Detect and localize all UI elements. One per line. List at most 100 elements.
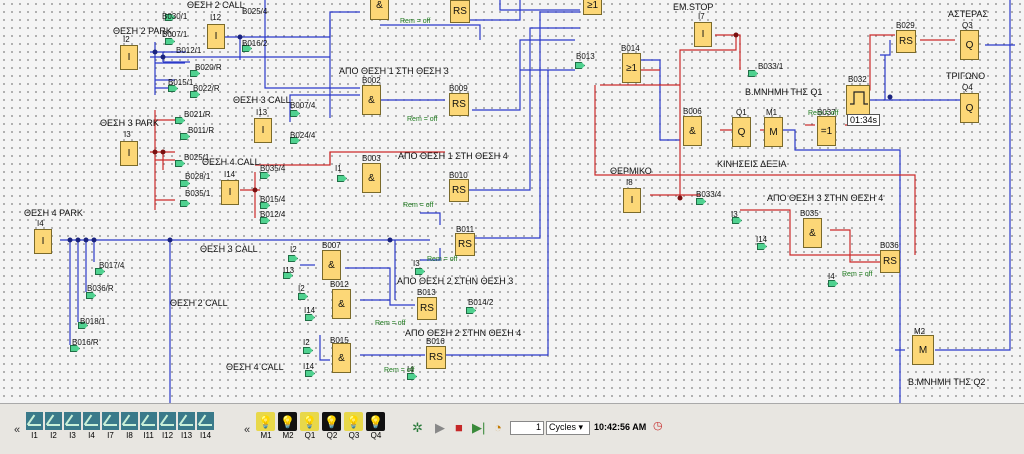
pin-label: B011/R: [188, 126, 215, 135]
and-gate-b006[interactable]: &: [683, 116, 702, 146]
pin-label: B030/1: [162, 12, 188, 21]
timer-block-b032[interactable]: [846, 85, 870, 115]
input-switch-i12[interactable]: I12: [159, 412, 176, 442]
pin-label: B016/R: [72, 338, 99, 347]
rs-block-b016[interactable]: RS: [426, 346, 446, 369]
block-label: I3: [124, 130, 131, 139]
flag-block-m1[interactable]: M: [764, 117, 783, 147]
input-switch-i13[interactable]: I13: [178, 412, 195, 442]
rem-label: Rem = off: [842, 271, 873, 278]
label-thesi3park: ΘΕΣΗ 3 PARK: [100, 118, 159, 128]
input-block-i12[interactable]: I: [207, 24, 225, 49]
block-label: I13: [256, 108, 268, 117]
pin-label: B016/2: [242, 39, 268, 48]
rs-block-b036[interactable]: RS: [880, 250, 900, 273]
pin-label: B007/1: [162, 30, 188, 39]
output-lamp-label: Q3: [348, 431, 360, 440]
pin-label: I2: [290, 245, 297, 254]
switch-icon: [178, 412, 195, 430]
block-label: Q1: [736, 108, 747, 117]
label-thesi4call-b: ΘΕΣΗ 4 CALL: [226, 362, 284, 372]
input-switch-label: I8: [126, 431, 133, 440]
switch-icon: [45, 412, 62, 430]
input-block-i14[interactable]: I: [221, 180, 239, 205]
input-switch-i3[interactable]: I3: [64, 412, 81, 442]
output-lamp-label: Q4: [370, 431, 382, 440]
pin-label: B022/R: [193, 84, 220, 93]
switch-icon: [83, 412, 100, 430]
input-switch-i7[interactable]: I7: [102, 412, 119, 442]
and-gate-b002[interactable]: &: [362, 85, 381, 115]
input-block-i8[interactable]: I: [623, 188, 641, 213]
and-gate-b015[interactable]: &: [332, 343, 351, 373]
play-icon[interactable]: ▶: [435, 420, 445, 436]
and-gate-b035[interactable]: &: [803, 218, 822, 248]
and-gate-top[interactable]: &: [370, 0, 389, 20]
rs-block-b013[interactable]: RS: [417, 297, 437, 320]
input-block-i4[interactable]: I: [34, 229, 52, 254]
output-lamp-m1: 💡 M1: [256, 412, 276, 442]
switch-icon: [26, 412, 43, 430]
xor-gate-b037[interactable]: =1: [817, 116, 836, 146]
output-lamp-label: M1: [260, 431, 272, 440]
stop-icon[interactable]: ■: [455, 420, 463, 435]
input-switch-i11[interactable]: I11: [140, 412, 157, 442]
rs-block-top[interactable]: RS: [450, 0, 470, 23]
step-forward-icon[interactable]: ▶|: [472, 420, 485, 436]
step-icon[interactable]: ✲: [412, 420, 423, 436]
block-label: B014: [621, 44, 640, 53]
or-gate-b014[interactable]: ≥1: [622, 53, 641, 83]
rem-label: Rem = off: [808, 110, 839, 117]
block-label: B006: [683, 107, 702, 116]
speed-icon[interactable]: ◔: [494, 420, 502, 435]
rs-block-b009[interactable]: RS: [449, 93, 469, 116]
label-mnimi-q2: Β.ΜΝΗΜΗ ΤΗΣ Q2: [908, 377, 986, 387]
input-switch-label: I13: [180, 431, 193, 440]
input-switch-i1[interactable]: I1: [26, 412, 43, 442]
block-label: I8: [626, 178, 633, 187]
pin-label: B025/4: [242, 7, 268, 16]
and-gate-b003[interactable]: &: [362, 163, 381, 193]
rs-block-b029[interactable]: RS: [896, 30, 916, 53]
output-lamp-q1: 💡 Q1: [300, 412, 320, 442]
circuit-canvas[interactable]: ΘΕΣΗ 2 CALL ΘΕΣΗ 2 PARK ΘΕΣΗ 3 PARK ΘΕΣΗ…: [0, 0, 1024, 403]
output-lamp-label: M2: [282, 431, 294, 440]
input-block-i3[interactable]: I: [120, 141, 138, 166]
pin-label: B013: [576, 52, 595, 61]
rs-block-b010[interactable]: RS: [449, 179, 469, 202]
block-label: I12: [210, 13, 222, 22]
output-lamp-label: Q1: [304, 431, 316, 440]
pin-label: B007/4: [290, 101, 316, 110]
or-gate-top[interactable]: ≥1: [583, 0, 602, 15]
input-switch-i2[interactable]: I2: [45, 412, 62, 442]
block-label: B036: [880, 241, 899, 250]
output-block-q1[interactable]: Q: [732, 117, 751, 147]
output-block-q3[interactable]: Q: [960, 30, 979, 60]
input-block-i2[interactable]: I: [120, 45, 138, 70]
block-label: B003: [362, 154, 381, 163]
rem-label: Rem = off: [403, 202, 434, 209]
block-label: B009: [449, 84, 468, 93]
collapse-inputs-chevron[interactable]: «: [14, 424, 20, 436]
flag-block-m2[interactable]: M: [912, 335, 934, 365]
output-block-q4[interactable]: Q: [960, 93, 979, 123]
rs-block-b011[interactable]: RS: [455, 233, 475, 256]
pin-label: B028/1: [185, 172, 211, 181]
clock-icon[interactable]: ◷: [653, 419, 663, 432]
cycles-input[interactable]: 1: [510, 421, 544, 435]
input-block-i7[interactable]: I: [694, 22, 712, 47]
input-switch-i4[interactable]: I4: [83, 412, 100, 442]
input-switch-i14[interactable]: I14: [197, 412, 214, 442]
block-label: I4: [37, 219, 44, 228]
and-gate-b007[interactable]: &: [322, 250, 341, 280]
pin-label: B014/2: [468, 298, 494, 307]
collapse-outputs-chevron[interactable]: «: [244, 424, 250, 436]
label-mnimi-q1: Β.ΜΝΗΜΗ ΤΗΣ Q1: [745, 87, 823, 97]
pin-label: B015/1: [168, 78, 194, 87]
input-switch-i8[interactable]: I8: [121, 412, 138, 442]
cycles-unit-select[interactable]: Cycles ▾: [546, 421, 590, 435]
pin-label: I1: [335, 164, 342, 173]
input-block-i13[interactable]: I: [254, 118, 272, 143]
output-lamp-m2: 💡 M2: [278, 412, 298, 442]
and-gate-b012[interactable]: &: [332, 289, 351, 319]
